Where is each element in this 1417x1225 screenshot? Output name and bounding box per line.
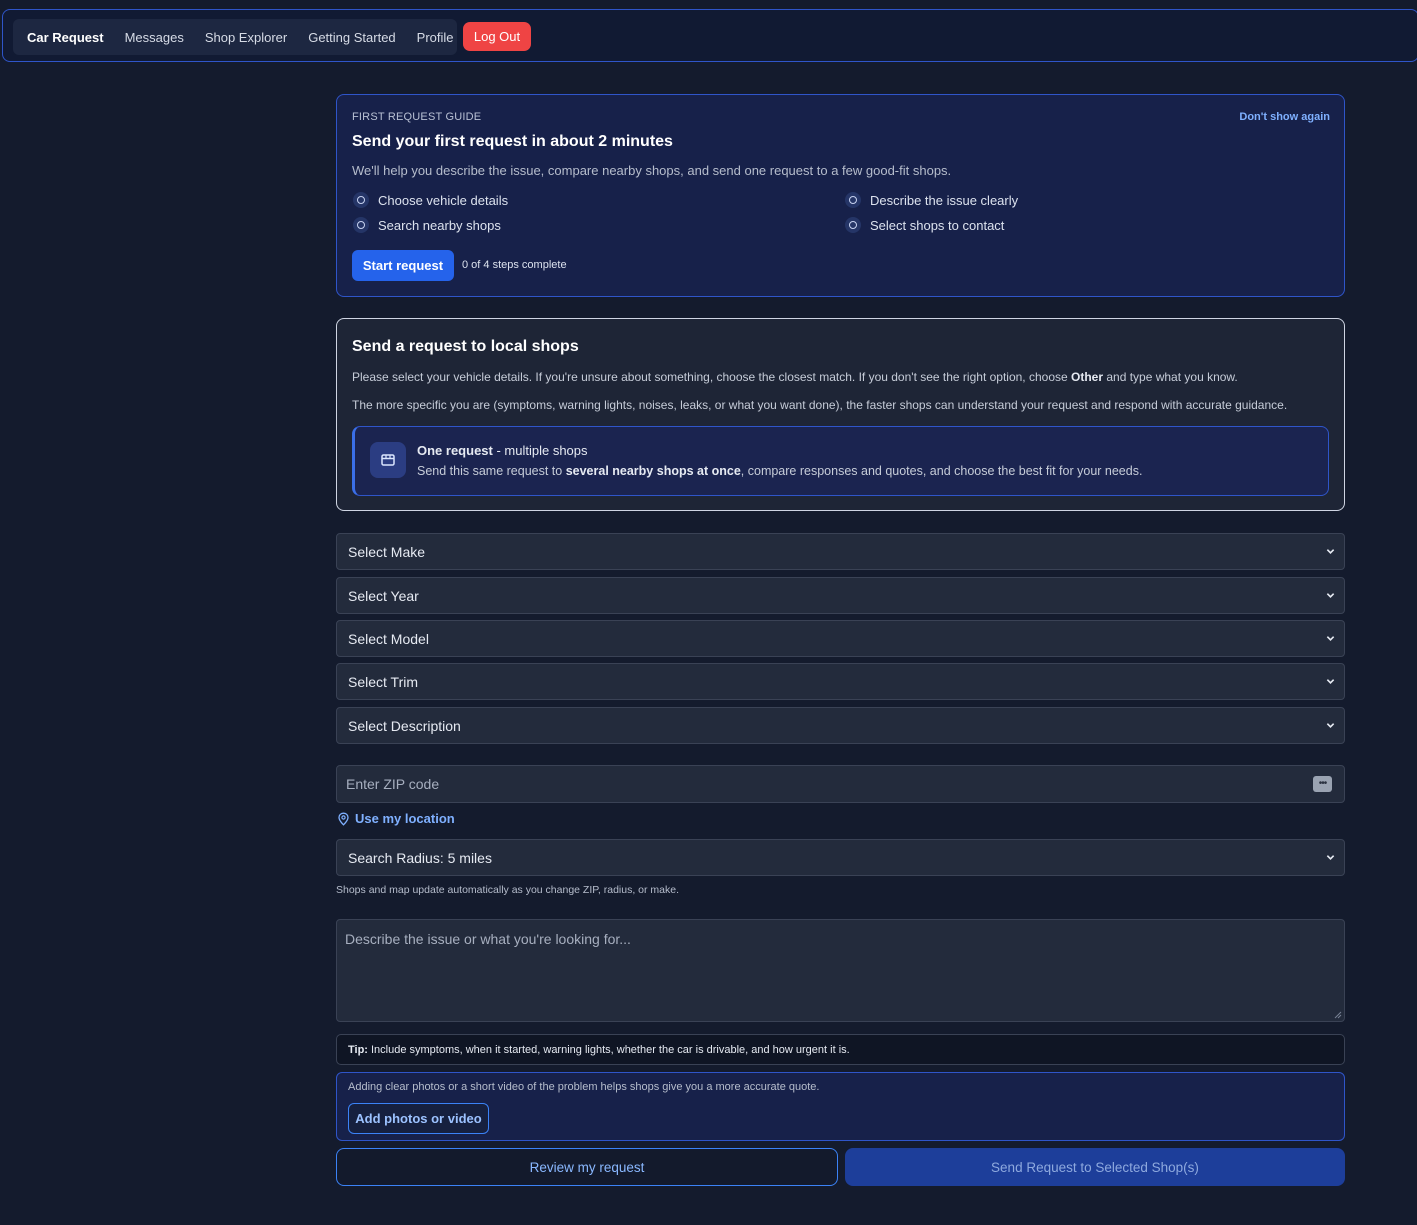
tip-box: Tip: Include symptoms, when it started, …	[336, 1034, 1345, 1065]
guide-subtitle: We'll help you describe the issue, compa…	[352, 163, 952, 178]
step-circle-icon	[845, 217, 861, 233]
chevron-down-icon	[1326, 855, 1335, 860]
guide-step-select: Select shops to contact	[845, 217, 1004, 233]
guide-step-vehicle: Choose vehicle details	[353, 192, 508, 208]
guide-step-label: Search nearby shops	[378, 217, 501, 233]
step-circle-icon	[845, 192, 861, 208]
nav-getting-started[interactable]: Getting Started	[308, 30, 395, 45]
year-select-value: Select Year	[348, 587, 419, 604]
zip-input[interactable]: Enter ZIP code •••	[336, 765, 1345, 803]
location-pin-icon	[338, 812, 349, 826]
year-select[interactable]: Select Year	[336, 577, 1345, 614]
media-hint: Adding clear photos or a short video of …	[348, 1081, 820, 1093]
guide-step-search: Search nearby shops	[353, 217, 501, 233]
info-title: One request - multiple shops	[417, 443, 588, 458]
trim-select[interactable]: Select Trim	[336, 663, 1345, 700]
top-nav-bar: Car Request Messages Shop Explorer Getti…	[2, 9, 1417, 62]
chevron-down-icon	[1326, 723, 1335, 728]
add-photos-button[interactable]: Add photos or video	[348, 1103, 489, 1134]
nav-car-request[interactable]: Car Request	[27, 30, 104, 45]
nav-messages[interactable]: Messages	[125, 30, 184, 45]
issue-placeholder: Describe the issue or what you're lookin…	[345, 931, 631, 947]
request-title: Send a request to local shops	[352, 338, 579, 355]
description-select-value: Select Description	[348, 717, 461, 734]
nav-profile[interactable]: Profile	[417, 30, 454, 45]
request-intro-card: Send a request to local shops Please sel…	[336, 318, 1345, 511]
trim-select-value: Select Trim	[348, 673, 419, 690]
info-text: Send this same request to several nearby…	[417, 464, 1143, 478]
step-circle-icon	[353, 192, 369, 208]
request-specificity-note: The more specific you are (symptoms, war…	[352, 398, 1288, 412]
guide-step-label: Select shops to contact	[870, 217, 1005, 233]
send-request-button[interactable]: Send Request to Selected Shop(s)	[845, 1148, 1345, 1186]
resize-handle-icon[interactable]	[1334, 1011, 1342, 1019]
radius-hint: Shops and map update automatically as yo…	[336, 884, 680, 896]
start-request-button[interactable]: Start request	[352, 250, 454, 281]
guide-step-label: Describe the issue clearly	[870, 192, 1019, 208]
review-request-button[interactable]: Review my request	[336, 1148, 838, 1186]
use-my-location-label: Use my location	[355, 811, 455, 826]
radius-select-value: Search Radius: 5 miles	[348, 849, 492, 866]
request-instructions: Please select your vehicle details. If y…	[352, 370, 1238, 384]
autofill-icon[interactable]: •••	[1313, 776, 1332, 792]
logout-button[interactable]: Log Out	[463, 22, 531, 51]
guide-eyebrow: FIRST REQUEST GUIDE	[352, 111, 482, 123]
chevron-down-icon	[1326, 593, 1335, 598]
chevron-down-icon	[1326, 679, 1335, 684]
chevron-down-icon	[1326, 549, 1335, 554]
radius-select[interactable]: Search Radius: 5 miles	[336, 839, 1345, 876]
model-select-value: Select Model	[348, 630, 429, 647]
description-select[interactable]: Select Description	[336, 707, 1345, 744]
media-upload-box: Adding clear photos or a short video of …	[336, 1072, 1345, 1141]
storefront-icon	[370, 442, 406, 478]
dont-show-again-link[interactable]: Don't show again	[1239, 111, 1330, 123]
guide-step-describe: Describe the issue clearly	[845, 192, 1018, 208]
chevron-down-icon	[1326, 636, 1335, 641]
guide-step-label: Choose vehicle details	[378, 192, 509, 208]
issue-textarea[interactable]: Describe the issue or what you're lookin…	[336, 919, 1345, 1022]
steps-progress: 0 of 4 steps complete	[462, 259, 567, 271]
nav-group: Car Request Messages Shop Explorer Getti…	[13, 19, 457, 55]
tip-text: Include symptoms, when it started, warni…	[370, 1043, 850, 1056]
make-select-value: Select Make	[348, 543, 426, 560]
zip-placeholder: Enter ZIP code	[346, 776, 440, 792]
guide-title: Send your first request in about 2 minut…	[352, 133, 673, 150]
step-circle-icon	[353, 217, 369, 233]
model-select[interactable]: Select Model	[336, 620, 1345, 657]
first-request-guide: FIRST REQUEST GUIDE Don't show again Sen…	[336, 94, 1345, 297]
tip-label: Tip:	[348, 1043, 368, 1056]
make-select[interactable]: Select Make	[336, 533, 1345, 570]
use-my-location-link[interactable]: Use my location	[337, 811, 455, 826]
multi-shop-info: One request - multiple shops Send this s…	[352, 426, 1329, 496]
nav-shop-explorer[interactable]: Shop Explorer	[205, 30, 287, 45]
